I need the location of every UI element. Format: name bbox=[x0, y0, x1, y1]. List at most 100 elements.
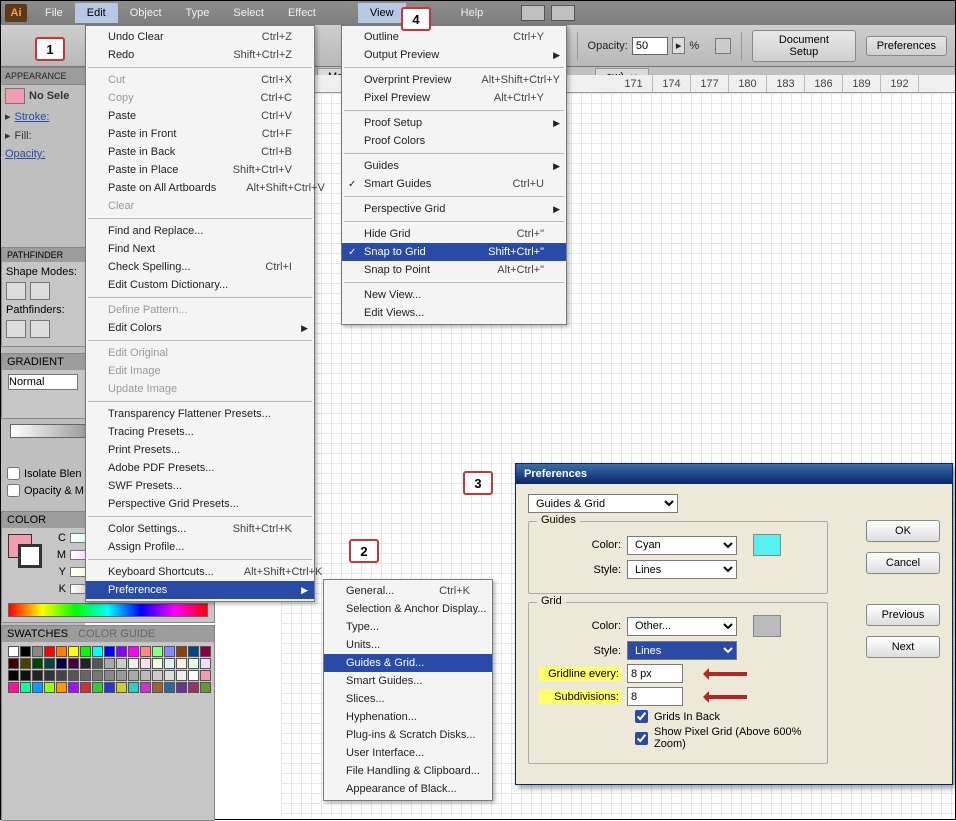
menu-item[interactable]: Guides▶ bbox=[342, 157, 566, 175]
next-button[interactable]: Next bbox=[866, 636, 940, 658]
swatch[interactable] bbox=[104, 646, 115, 657]
swatch[interactable] bbox=[56, 658, 67, 669]
swatch[interactable] bbox=[32, 658, 43, 669]
swatch[interactable] bbox=[32, 682, 43, 693]
appearance-fill[interactable]: ▸Fill: bbox=[1, 126, 85, 145]
grid-style-select[interactable]: Lines bbox=[627, 641, 737, 660]
swatch[interactable] bbox=[80, 682, 91, 693]
opacity-mask-checkbox[interactable] bbox=[7, 484, 20, 497]
swatch[interactable] bbox=[128, 646, 139, 657]
menu-type[interactable]: Type bbox=[174, 3, 222, 23]
color-guide-tab[interactable]: COLOR GUIDE bbox=[78, 628, 155, 640]
swatch[interactable] bbox=[140, 658, 151, 669]
menu-item[interactable]: Keyboard Shortcuts...Alt+Shift+Ctrl+K bbox=[86, 563, 314, 581]
menu-item[interactable]: File Handling & Clipboard... bbox=[324, 762, 492, 780]
swatch[interactable] bbox=[164, 670, 175, 681]
menu-item[interactable]: Selection & Anchor Display... bbox=[324, 600, 492, 618]
swatch[interactable] bbox=[32, 670, 43, 681]
workspace-icon[interactable] bbox=[521, 5, 545, 21]
swatch[interactable] bbox=[128, 670, 139, 681]
menu-item[interactable]: New View... bbox=[342, 286, 566, 304]
menu-object[interactable]: Object bbox=[118, 3, 174, 23]
menu-item[interactable]: Perspective Grid▶ bbox=[342, 200, 566, 218]
swatch[interactable] bbox=[56, 682, 67, 693]
menu-item[interactable]: Slices... bbox=[324, 690, 492, 708]
swatch[interactable] bbox=[188, 658, 199, 669]
swatch[interactable] bbox=[92, 682, 103, 693]
menu-item[interactable]: Paste in BackCtrl+B bbox=[86, 143, 314, 161]
wand-icon[interactable] bbox=[715, 38, 731, 54]
arrange-icon[interactable] bbox=[551, 5, 575, 21]
menu-item[interactable]: Smart Guides... bbox=[324, 672, 492, 690]
swatch[interactable] bbox=[8, 658, 19, 669]
menu-item[interactable]: Hyphenation... bbox=[324, 708, 492, 726]
show-pixel-grid-checkbox[interactable] bbox=[635, 732, 648, 745]
swatch[interactable] bbox=[116, 670, 127, 681]
swatch[interactable] bbox=[104, 658, 115, 669]
stroke-color-icon[interactable] bbox=[18, 544, 42, 568]
menu-item[interactable]: Check Spelling...Ctrl+I bbox=[86, 258, 314, 276]
swatch[interactable] bbox=[104, 670, 115, 681]
swatch[interactable] bbox=[188, 670, 199, 681]
gradient-type-select[interactable] bbox=[8, 374, 78, 390]
swatch[interactable] bbox=[32, 646, 43, 657]
swatch[interactable] bbox=[104, 682, 115, 693]
guides-swatch[interactable] bbox=[753, 534, 781, 556]
shape-mode-icon[interactable] bbox=[30, 282, 50, 300]
swatch[interactable] bbox=[128, 682, 139, 693]
swatch[interactable] bbox=[200, 670, 211, 681]
menu-select[interactable]: Select bbox=[221, 3, 276, 23]
swatch[interactable] bbox=[164, 646, 175, 657]
menu-item[interactable]: Guides & Grid... bbox=[324, 654, 492, 672]
swatch[interactable] bbox=[20, 646, 31, 657]
menu-item[interactable]: Find Next bbox=[86, 240, 314, 258]
swatch[interactable] bbox=[44, 670, 55, 681]
cancel-button[interactable]: Cancel bbox=[866, 552, 940, 574]
menu-item[interactable]: Edit Views... bbox=[342, 304, 566, 322]
swatch[interactable] bbox=[68, 670, 79, 681]
menu-item[interactable]: Perspective Grid Presets... bbox=[86, 495, 314, 513]
swatch[interactable] bbox=[20, 670, 31, 681]
menu-item[interactable]: Type... bbox=[324, 618, 492, 636]
menu-item[interactable]: Edit Colors▶ bbox=[86, 319, 314, 337]
swatch[interactable] bbox=[44, 682, 55, 693]
menu-edit[interactable]: Edit bbox=[75, 3, 118, 23]
menu-item[interactable]: Assign Profile... bbox=[86, 538, 314, 556]
menu-item[interactable]: RedoShift+Ctrl+Z bbox=[86, 46, 314, 64]
menu-item[interactable]: Adobe PDF Presets... bbox=[86, 459, 314, 477]
menu-item[interactable]: Undo ClearCtrl+Z bbox=[86, 28, 314, 46]
menu-item[interactable]: Proof Colors bbox=[342, 132, 566, 150]
appearance-stroke[interactable]: ▸Stroke: bbox=[1, 107, 85, 126]
swatch[interactable] bbox=[164, 682, 175, 693]
menu-item[interactable]: General...Ctrl+K bbox=[324, 582, 492, 600]
menu-item[interactable]: Pixel PreviewAlt+Ctrl+Y bbox=[342, 89, 566, 107]
menu-item[interactable]: OutlineCtrl+Y bbox=[342, 28, 566, 46]
menu-item[interactable]: Units... bbox=[324, 636, 492, 654]
grid-swatch[interactable] bbox=[753, 615, 781, 637]
swatch[interactable] bbox=[92, 658, 103, 669]
document-setup-button[interactable]: Document Setup bbox=[752, 30, 856, 62]
swatch[interactable] bbox=[20, 658, 31, 669]
menu-item[interactable]: Appearance of Black... bbox=[324, 780, 492, 798]
menu-item[interactable]: User Interface... bbox=[324, 744, 492, 762]
menu-item[interactable]: Paste in FrontCtrl+F bbox=[86, 125, 314, 143]
menu-item[interactable]: ✓Snap to GridShift+Ctrl+" bbox=[342, 243, 566, 261]
swatch[interactable] bbox=[68, 658, 79, 669]
grids-in-back-checkbox[interactable] bbox=[635, 710, 648, 723]
swatch[interactable] bbox=[200, 646, 211, 657]
menu-item[interactable]: PasteCtrl+V bbox=[86, 107, 314, 125]
swatch[interactable] bbox=[44, 658, 55, 669]
appearance-opacity[interactable]: Opacity: bbox=[1, 145, 85, 163]
swatch[interactable] bbox=[176, 646, 187, 657]
swatch[interactable] bbox=[176, 670, 187, 681]
spectrum-bar[interactable] bbox=[8, 603, 208, 617]
swatch[interactable] bbox=[92, 670, 103, 681]
swatch[interactable] bbox=[152, 646, 163, 657]
fill-swatch[interactable] bbox=[5, 88, 25, 104]
isolate-blend-checkbox[interactable] bbox=[7, 467, 20, 480]
swatch[interactable] bbox=[20, 682, 31, 693]
swatch[interactable] bbox=[200, 658, 211, 669]
swatch[interactable] bbox=[56, 646, 67, 657]
guides-style-select[interactable]: Lines bbox=[627, 560, 737, 579]
swatch[interactable] bbox=[92, 646, 103, 657]
